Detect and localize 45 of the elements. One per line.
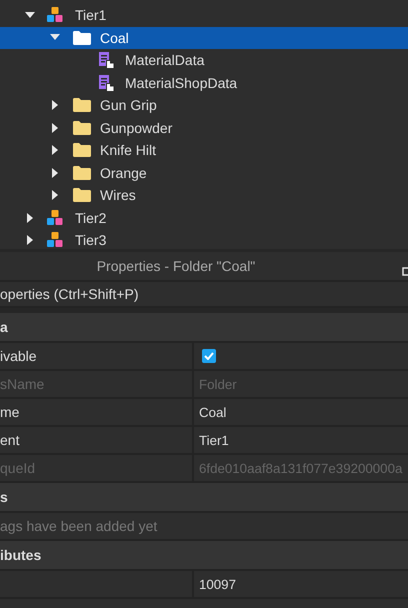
section-header[interactable]: a — [0, 319, 8, 335]
folder-icon — [72, 30, 92, 46]
property-value[interactable]: 10097 — [199, 576, 236, 592]
checkbox[interactable] — [202, 349, 216, 363]
script-icon — [97, 51, 115, 70]
tree-item[interactable]: Tier3 — [0, 229, 408, 249]
script-icon — [97, 74, 115, 92]
section-header[interactable]: s — [0, 489, 8, 505]
blocks-icon — [47, 7, 63, 24]
expand-arrow-icon[interactable] — [52, 168, 58, 178]
property-name: ent — [0, 432, 20, 448]
property-name: me — [0, 404, 20, 420]
collapse-arrow-icon[interactable] — [25, 12, 35, 19]
property-name: queId — [0, 460, 36, 476]
expand-arrow-icon[interactable] — [52, 100, 58, 110]
expand-arrow-icon[interactable] — [26, 212, 34, 223]
folder-icon — [72, 97, 92, 114]
section-header[interactable]: ibutes — [0, 547, 42, 563]
tree-item[interactable]: Wires — [0, 184, 408, 206]
property-name: ivable — [0, 348, 37, 364]
panel-title: Properties - Folder "Coal" — [96, 258, 256, 274]
property-value[interactable]: Coal — [199, 404, 226, 420]
folder-icon — [72, 164, 92, 181]
folder-icon — [72, 142, 92, 158]
expand-arrow-icon[interactable] — [52, 122, 58, 133]
expand-arrow-icon[interactable] — [26, 235, 34, 246]
folder-icon — [72, 120, 92, 136]
property-value[interactable]: Tier1 — [199, 432, 229, 448]
collapse-arrow-icon[interactable] — [50, 34, 60, 42]
tree-item[interactable]: Tier2 — [0, 206, 408, 229]
tree-item[interactable]: Gunpowder — [0, 116, 408, 139]
tree-item[interactable]: MaterialShopData — [0, 72, 408, 94]
folder-icon — [72, 187, 92, 204]
expand-arrow-icon[interactable] — [52, 190, 58, 200]
tree-item[interactable]: Tier1 — [0, 4, 408, 26]
tree-item[interactable]: Coal — [0, 26, 408, 49]
blocks-icon — [47, 232, 63, 248]
empty-message: ags have been added yet — [0, 518, 158, 534]
tree-item[interactable]: MaterialData — [0, 49, 408, 72]
blocks-icon — [47, 210, 63, 226]
property-name: sName — [0, 376, 44, 392]
tree-item[interactable]: Orange — [0, 162, 408, 184]
expand-arrow-icon[interactable] — [52, 145, 58, 156]
tree-item[interactable]: Gun Grip — [0, 94, 408, 116]
tree-item[interactable]: Knife Hilt — [0, 139, 408, 162]
